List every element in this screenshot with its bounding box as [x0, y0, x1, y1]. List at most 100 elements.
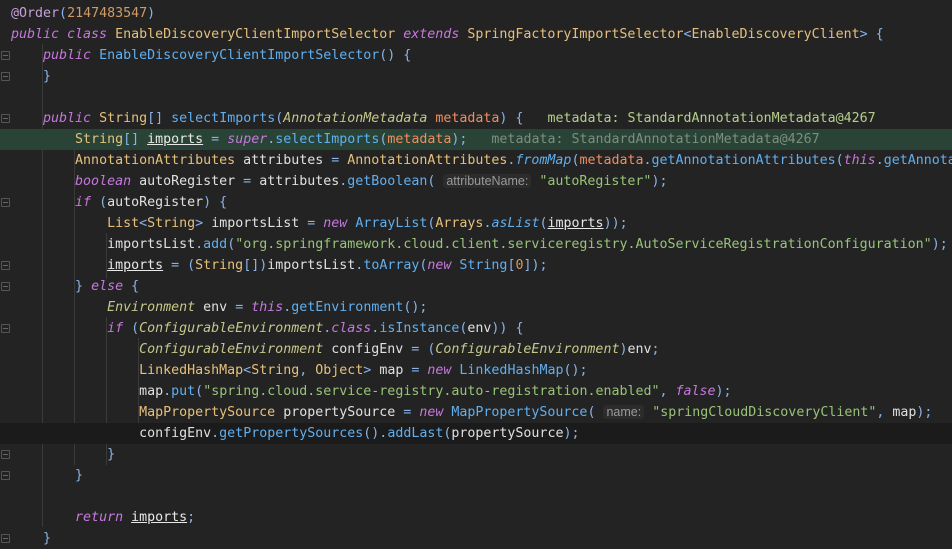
- code-token: ) {: [499, 110, 548, 126]
- fold-toggle-icon[interactable]: [1, 197, 10, 207]
- code-token: new: [323, 215, 356, 231]
- code-token: ): [147, 5, 156, 21]
- code-token: ().: [363, 425, 388, 441]
- code-editor[interactable]: @Order(2147483547) public class EnableDis…: [0, 0, 952, 549]
- code-token: autoRegister: [139, 173, 236, 189]
- code-token: imports: [547, 215, 604, 231]
- code-line[interactable]: return imports;: [0, 507, 952, 528]
- code-token: String: [99, 110, 148, 126]
- code-line[interactable]: AnnotationAttributes attributes = Annota…: [0, 150, 952, 171]
- code-token: importsList: [267, 257, 356, 273]
- fold-toggle-icon[interactable]: [1, 71, 10, 81]
- code-line[interactable]: public EnableDiscoveryClientImportSelect…: [0, 45, 952, 66]
- code-token: =: [403, 362, 428, 378]
- code-line[interactable]: }: [0, 444, 952, 465]
- code-token: String: [459, 257, 508, 273]
- code-token: ,: [299, 362, 316, 378]
- code-token: ArrayList: [355, 215, 428, 231]
- fold-toggle-icon[interactable]: [1, 533, 10, 543]
- code-token: ;: [651, 341, 660, 357]
- code-token: env: [467, 320, 492, 336]
- code-line[interactable]: [0, 87, 952, 108]
- code-line[interactable]: List<String> importsList = new ArrayList…: [0, 213, 952, 234]
- code-line[interactable]: importsList.add("org.springframework.clo…: [0, 234, 952, 255]
- code-line[interactable]: MapPropertySource propertySource = new M…: [0, 402, 952, 423]
- code-token: > {: [859, 26, 884, 42]
- code-line[interactable]: map.put("spring.cloud.service-registry.a…: [0, 381, 952, 402]
- code-token: "autoRegister": [539, 173, 652, 189]
- code-token: ,: [876, 404, 893, 420]
- fold-toggle-icon[interactable]: [1, 113, 10, 123]
- code-token: .: [163, 383, 172, 399]
- code-token: {: [131, 278, 140, 294]
- code-token: LinkedHashMap: [139, 362, 244, 378]
- code-line[interactable]: imports = (String[])importsList.toArray(…: [0, 255, 952, 276]
- code-token: =: [203, 131, 228, 147]
- code-token: importsList: [211, 215, 300, 231]
- code-token: []): [243, 257, 268, 273]
- code-token: add: [203, 236, 228, 252]
- code-token: =: [235, 173, 260, 189]
- code-line[interactable]: }: [0, 528, 952, 549]
- code-token: importsList: [107, 236, 196, 252]
- code-text: MapPropertySource propertySource = new M…: [11, 402, 932, 423]
- code-token: ConfigurableEnvironment: [139, 320, 324, 336]
- code-token: false: [675, 383, 716, 399]
- fold-toggle-icon[interactable]: [1, 470, 10, 480]
- code-token: .: [643, 152, 652, 168]
- code-token: if: [107, 320, 132, 336]
- fold-toggle-icon[interactable]: [1, 260, 10, 270]
- code-token: ;: [187, 509, 196, 525]
- code-line[interactable]: ConfigurableEnvironment configEnv = (Con…: [0, 339, 952, 360]
- code-token: (: [587, 404, 604, 420]
- code-token: imports: [107, 257, 164, 273]
- code-line[interactable]: LinkedHashMap<String, Object> map = new …: [0, 360, 952, 381]
- fold-toggle-icon[interactable]: [1, 323, 10, 333]
- code-token: getAnnota: [883, 152, 952, 168]
- code-token: class: [331, 320, 372, 336]
- code-line[interactable]: boolean autoRegister = attributes.getBoo…: [0, 171, 952, 192]
- code-token: selectImports: [171, 110, 276, 126]
- code-token: SpringFactoryImportSelector: [467, 26, 684, 42]
- code-token: List: [107, 215, 140, 231]
- current-line[interactable]: configEnv.getPropertySources().addLast(p…: [0, 422, 952, 444]
- code-text: Environment env = this.getEnvironment();: [11, 297, 427, 318]
- code-token: AnnotationAttributes: [347, 152, 508, 168]
- code-line[interactable]: }: [0, 66, 952, 87]
- code-token: );: [715, 383, 732, 399]
- code-token: )) {: [491, 320, 524, 336]
- code-line[interactable]: public String[] selectImports(Annotation…: [0, 108, 952, 129]
- code-line[interactable]: @Order(2147483547): [0, 3, 952, 24]
- code-token: ();: [403, 299, 428, 315]
- code-token: ConfigurableEnvironment: [435, 341, 620, 357]
- code-line[interactable]: } else {: [0, 276, 952, 297]
- code-text: }: [11, 528, 51, 549]
- code-token: <: [243, 362, 252, 378]
- execution-point-line[interactable]: String[] imports = super.selectImports(m…: [0, 128, 952, 150]
- code-line[interactable]: [0, 486, 952, 507]
- code-line[interactable]: }: [0, 465, 952, 486]
- code-line[interactable]: if (autoRegister) {: [0, 192, 952, 213]
- code-line[interactable]: public class EnableDiscoveryClientImport…: [0, 24, 952, 45]
- fold-toggle-icon[interactable]: [1, 449, 10, 459]
- fold-toggle-icon[interactable]: [1, 50, 10, 60]
- code-token: (: [59, 5, 68, 21]
- code-token: env: [627, 341, 652, 357]
- code-token: map: [892, 404, 917, 420]
- fold-toggle-icon[interactable]: [1, 281, 10, 291]
- code-token: (: [195, 383, 204, 399]
- code-line[interactable]: if (ConfigurableEnvironment.class.isInst…: [0, 318, 952, 339]
- code-line[interactable]: Environment env = this.getEnvironment();: [0, 297, 952, 318]
- code-text: configEnv.getPropertySources().addLast(p…: [11, 423, 579, 444]
- code-text: importsList.add("org.springframework.clo…: [11, 234, 948, 255]
